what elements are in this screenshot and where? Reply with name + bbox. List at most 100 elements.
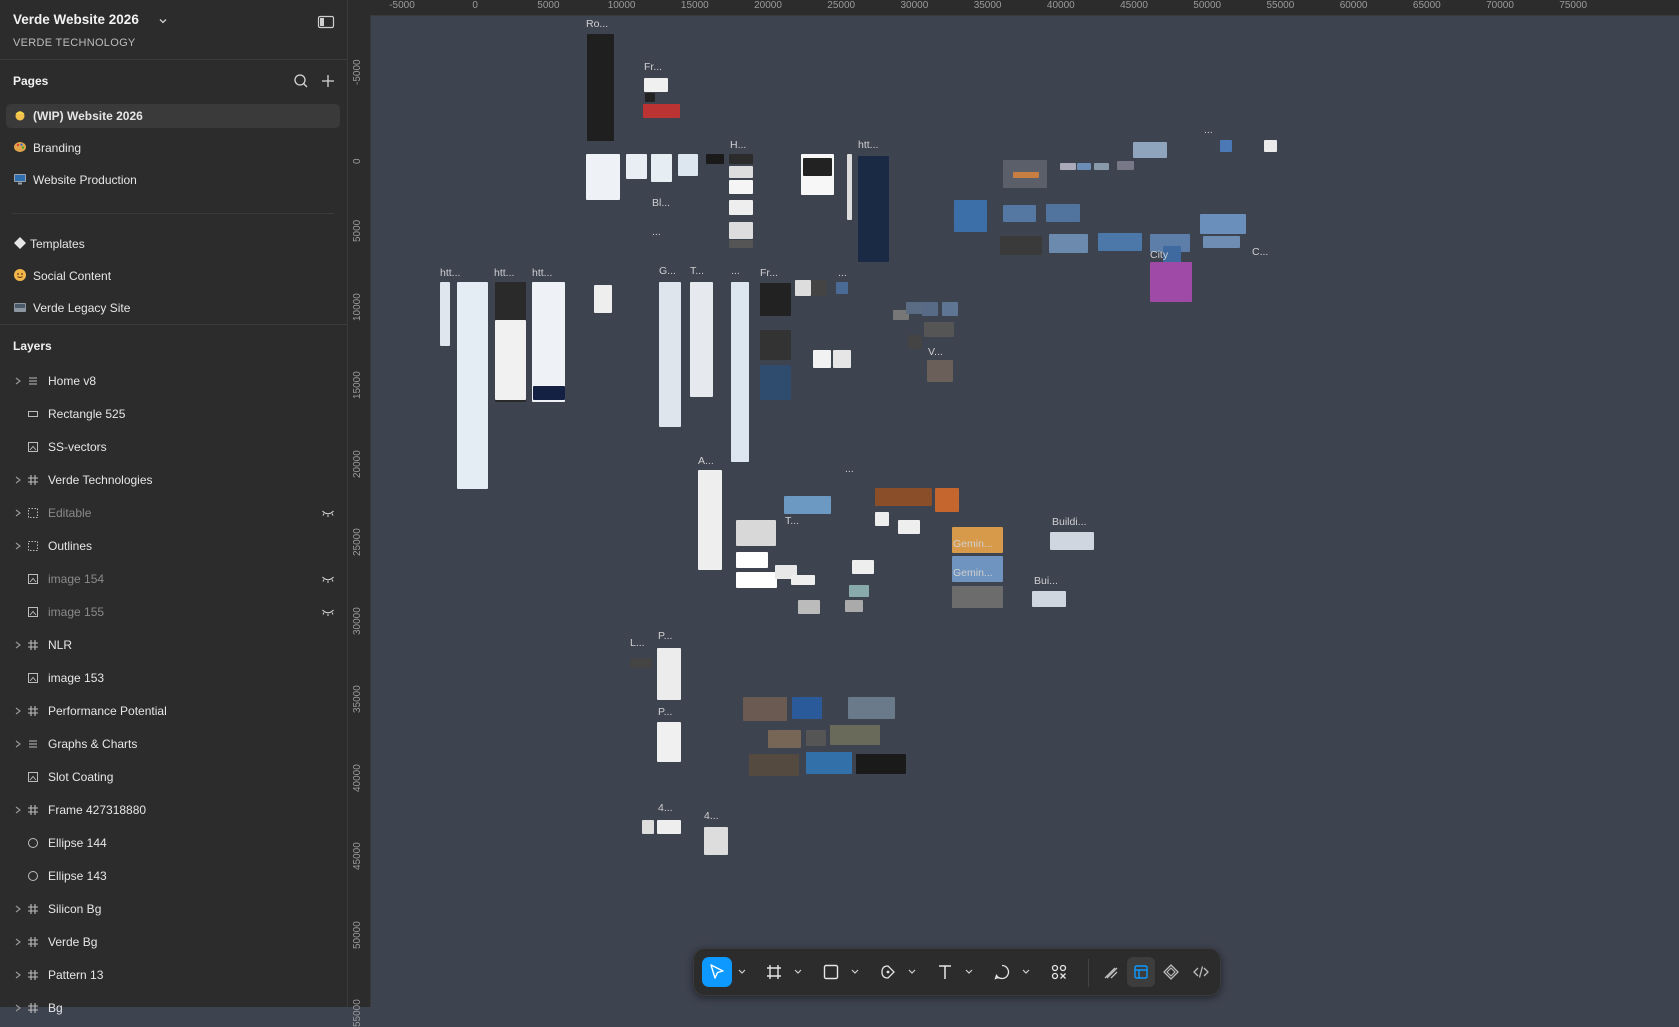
canvas-frame-label[interactable]: A... — [698, 455, 714, 467]
canvas-frame-thumbnail[interactable] — [630, 658, 652, 668]
chevron-down-icon[interactable] — [794, 969, 802, 975]
caret-right-icon[interactable] — [14, 541, 22, 551]
canvas-frame-thumbnail[interactable] — [657, 648, 681, 700]
canvas-frame-thumbnail[interactable] — [1032, 591, 1066, 607]
chevron-down-icon[interactable] — [738, 969, 746, 975]
canvas-frame-thumbnail[interactable] — [1077, 163, 1091, 170]
canvas-frame-thumbnail[interactable] — [836, 282, 848, 294]
canvas-frame-label[interactable]: Bl... — [652, 197, 670, 209]
canvas-frame-thumbnail[interactable] — [704, 827, 728, 855]
comment-tool-button[interactable] — [987, 957, 1017, 987]
caret-right-icon[interactable] — [14, 706, 22, 716]
layer-row[interactable]: Slot Coating — [0, 762, 347, 792]
canvas-frame-thumbnail[interactable] — [706, 154, 724, 164]
canvas-frame-thumbnail[interactable] — [690, 282, 713, 397]
canvas-frame-label[interactable]: G... — [659, 265, 676, 277]
layer-row[interactable]: Rectangle 525 — [0, 399, 347, 429]
page-item-branding[interactable]: Branding — [6, 136, 340, 160]
canvas-frame-label[interactable]: Fr... — [644, 61, 662, 73]
panel-toggle-icon[interactable] — [317, 14, 335, 30]
canvas-frame-thumbnail[interactable] — [594, 285, 612, 313]
canvas-frame-label[interactable]: ... — [731, 265, 740, 277]
canvas-frame-thumbnail[interactable] — [657, 722, 681, 762]
caret-right-icon[interactable] — [14, 805, 22, 815]
chevron-down-icon[interactable] — [1022, 969, 1030, 975]
canvas-frame-thumbnail[interactable] — [729, 240, 753, 248]
caret-right-icon[interactable] — [14, 970, 22, 980]
layer-row[interactable]: Verde Bg — [0, 927, 347, 957]
frame-tool-button[interactable] — [759, 957, 789, 987]
canvas-frame-thumbnail[interactable] — [643, 104, 680, 118]
layer-row[interactable]: Ellipse 144 — [0, 828, 347, 858]
canvas-frame-thumbnail[interactable] — [645, 93, 655, 102]
layer-row[interactable]: SS-vectors — [0, 432, 347, 462]
canvas-frame-label[interactable]: htt... — [532, 267, 552, 279]
canvas-frame-label[interactable]: Fr... — [760, 267, 778, 279]
canvas-frame-thumbnail[interactable] — [1003, 205, 1036, 222]
search-icon[interactable] — [292, 72, 310, 90]
canvas-frame-thumbnail[interactable] — [698, 470, 722, 570]
caret-right-icon[interactable] — [14, 1003, 22, 1013]
canvas-frame-thumbnail[interactable] — [1200, 214, 1246, 234]
canvas-frame-thumbnail[interactable] — [833, 350, 851, 368]
canvas-frame-thumbnail[interactable] — [1150, 262, 1192, 302]
canvas-frame-thumbnail[interactable] — [847, 154, 852, 220]
add-page-icon[interactable] — [319, 72, 337, 90]
canvas-frame-label[interactable]: htt... — [494, 267, 514, 279]
canvas-frame-label[interactable]: H... — [730, 139, 746, 151]
canvas-frame-label[interactable]: Gemin... — [953, 567, 993, 579]
canvas-frame-label[interactable]: htt... — [858, 139, 878, 151]
canvas-frame-thumbnail[interactable] — [1050, 532, 1094, 550]
canvas-frame-thumbnail[interactable] — [760, 283, 791, 316]
page-item-website-production[interactable]: Website Production — [6, 168, 340, 192]
canvas-frame-thumbnail[interactable] — [532, 282, 565, 402]
layer-row[interactable]: Bg — [0, 993, 347, 1023]
layer-row[interactable]: Outlines — [0, 531, 347, 561]
pen-tool-button[interactable] — [873, 957, 903, 987]
canvas-frame-thumbnail[interactable] — [678, 154, 698, 176]
design-mode-button[interactable] — [1127, 957, 1155, 987]
canvas-frame-thumbnail[interactable] — [952, 586, 1003, 608]
canvas-frame-thumbnail[interactable] — [954, 200, 987, 232]
canvas-frame-thumbnail[interactable] — [768, 730, 801, 748]
canvas-frame-thumbnail[interactable] — [1117, 161, 1134, 170]
layer-row[interactable]: image 153 — [0, 663, 347, 693]
canvas-frame-label[interactable]: Buildi... — [1052, 516, 1086, 528]
rectangle-tool-button[interactable] — [816, 957, 846, 987]
canvas-frame-thumbnail[interactable] — [1098, 233, 1142, 251]
assets-tool-button[interactable] — [1044, 957, 1074, 987]
layer-row[interactable]: Frame 427318880 — [0, 795, 347, 825]
canvas-frame-thumbnail[interactable] — [849, 585, 869, 597]
canvas-frame-label[interactable]: 4... — [658, 802, 673, 814]
canvas-frame-thumbnail[interactable] — [848, 697, 895, 719]
canvas-frame-thumbnail[interactable] — [651, 154, 672, 182]
move-tool-button[interactable] — [702, 957, 732, 987]
org-name[interactable]: VERDE TECHNOLOGY — [13, 37, 136, 49]
canvas-frame-thumbnail[interactable] — [729, 154, 753, 164]
canvas-frame-thumbnail[interactable] — [736, 572, 777, 588]
chevron-down-icon[interactable] — [851, 969, 859, 975]
canvas-frame-label[interactable]: htt... — [440, 267, 460, 279]
canvas-frame-thumbnail[interactable] — [908, 335, 922, 349]
canvas-frame-thumbnail[interactable] — [1203, 236, 1240, 248]
text-tool-button[interactable] — [930, 957, 960, 987]
layer-row[interactable]: Silicon Bg — [0, 894, 347, 924]
dev-mode-button[interactable] — [1187, 957, 1215, 987]
canvas-frame-thumbnail[interactable] — [1046, 204, 1080, 222]
canvas-frame-label[interactable]: ... — [1204, 124, 1213, 136]
canvas-frame-thumbnail[interactable] — [729, 166, 753, 178]
canvas-frame-thumbnail[interactable] — [729, 200, 753, 215]
canvas-frame-label[interactable]: 4... — [704, 810, 719, 822]
canvas-frame-thumbnail[interactable] — [811, 280, 827, 296]
layer-row[interactable]: Editable — [0, 498, 347, 528]
canvas-frame-thumbnail[interactable] — [942, 302, 958, 316]
canvas-frame-label[interactable]: ... — [845, 463, 854, 475]
caret-right-icon[interactable] — [14, 640, 22, 650]
canvas-frame-thumbnail[interactable] — [495, 320, 526, 400]
canvas-frame-thumbnail[interactable] — [760, 365, 791, 400]
canvas-frame-thumbnail[interactable] — [1060, 163, 1076, 170]
layer-row[interactable]: Pattern 13 — [0, 960, 347, 990]
canvas-frame-thumbnail[interactable] — [644, 78, 668, 92]
canvas-frame-thumbnail[interactable] — [792, 697, 822, 719]
layer-row[interactable]: NLR — [0, 630, 347, 660]
